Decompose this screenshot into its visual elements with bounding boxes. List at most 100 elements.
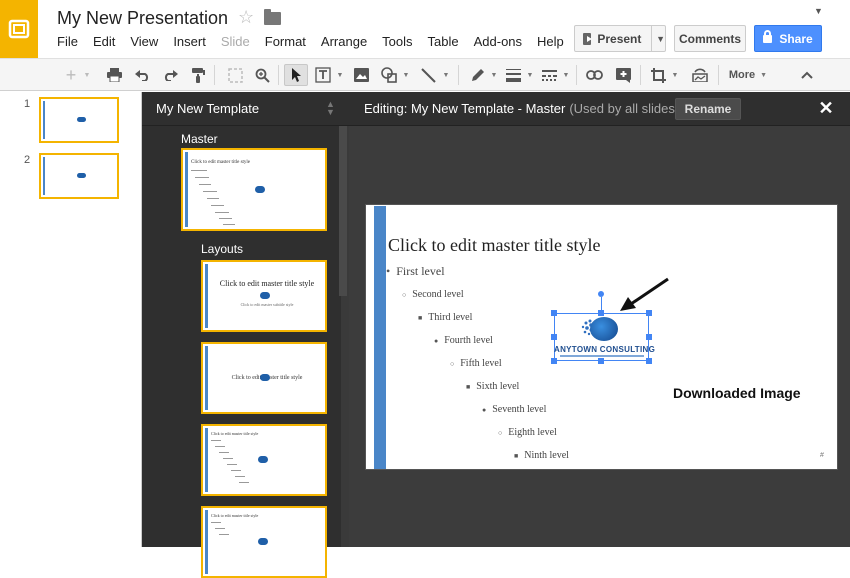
menu-view[interactable]: View xyxy=(130,34,158,50)
star-icon[interactable]: ☆ xyxy=(238,7,254,28)
toolbar: + ▼ ▼ ▼ ▼ ▼ ▼ ▼ ▼ More ▼ xyxy=(0,58,850,91)
resize-handle[interactable] xyxy=(598,358,604,364)
crop-dropdown-icon[interactable]: ▼ xyxy=(669,64,679,86)
line-tool-icon[interactable] xyxy=(417,64,439,86)
menu-slide[interactable]: Slide xyxy=(221,34,250,50)
image-icon[interactable] xyxy=(350,64,372,86)
resize-handle[interactable] xyxy=(646,358,652,364)
line-color-icon[interactable] xyxy=(466,64,488,86)
text-box-icon[interactable] xyxy=(312,64,334,86)
slides-logo-icon[interactable] xyxy=(0,0,38,58)
select-tool-icon[interactable] xyxy=(284,64,308,86)
menu-help[interactable]: Help xyxy=(537,34,564,50)
line-dropdown-icon[interactable]: ▼ xyxy=(440,64,450,86)
share-label: Share xyxy=(779,31,813,46)
shape-dropdown-icon[interactable]: ▼ xyxy=(400,64,410,86)
level-text: Fifth level xyxy=(460,358,502,369)
resize-handle[interactable] xyxy=(551,334,557,340)
thumb-title: Click to edit master title style xyxy=(211,431,259,436)
link-icon[interactable] xyxy=(583,64,605,86)
body-level-4[interactable]: ● Fourth level xyxy=(434,335,493,346)
resize-handle[interactable] xyxy=(551,358,557,364)
print-icon[interactable] xyxy=(103,64,125,86)
line-color-dropdown-icon[interactable]: ▼ xyxy=(488,64,498,86)
more-button[interactable]: More ▼ xyxy=(726,64,770,86)
zoom-icon[interactable] xyxy=(251,64,273,86)
thumb-accent-bar xyxy=(205,346,208,410)
body-level-7[interactable]: ● Seventh level xyxy=(482,404,546,415)
body-level-6[interactable]: ■ Sixth level xyxy=(466,381,519,392)
line-dash-icon[interactable] xyxy=(538,64,560,86)
rename-button[interactable]: Rename xyxy=(675,98,741,120)
body-level-2[interactable]: ○ Second level xyxy=(402,289,464,300)
body-level-1[interactable]: • First level xyxy=(386,264,445,279)
present-dropdown-icon[interactable]: ▼ xyxy=(656,34,665,44)
bullet-icon: ● xyxy=(434,336,439,345)
line-weight-dropdown-icon[interactable]: ▼ xyxy=(524,64,534,86)
menu-addons[interactable]: Add-ons xyxy=(474,34,522,50)
undo-icon[interactable] xyxy=(131,64,153,86)
layout-thumbnail[interactable]: Click to edit master title style xyxy=(201,506,327,578)
redo-icon[interactable] xyxy=(159,64,181,86)
collapse-toolbar-icon[interactable] xyxy=(797,64,817,86)
new-slide-icon[interactable]: + xyxy=(60,64,82,86)
add-comment-icon[interactable] xyxy=(612,64,634,86)
present-label: Present xyxy=(597,31,642,46)
share-button[interactable]: Share xyxy=(754,25,822,52)
sort-arrows-icon[interactable]: ▲ ▼ xyxy=(326,100,335,117)
layout-thumbnail[interactable]: Click to edit master title style xyxy=(201,342,327,414)
collapse-header-icon[interactable]: ▼ xyxy=(814,6,823,16)
menu-insert[interactable]: Insert xyxy=(173,34,206,50)
menu-file[interactable]: File xyxy=(57,34,78,50)
master-panel-header: My New Template ▲ ▼ xyxy=(142,92,349,126)
line-dash-dropdown-icon[interactable]: ▼ xyxy=(560,64,570,86)
toolbar-divider xyxy=(458,65,459,85)
level-text: Ninth level xyxy=(524,450,569,461)
slide-thumbnail[interactable] xyxy=(39,97,119,143)
present-button[interactable]: Present ▼ xyxy=(574,25,666,52)
document-title[interactable]: My New Presentation xyxy=(57,8,228,29)
comments-button[interactable]: Comments xyxy=(674,25,746,52)
line-weight-icon[interactable] xyxy=(502,64,524,86)
folder-icon[interactable] xyxy=(264,9,281,25)
bullet-icon: ■ xyxy=(418,313,423,322)
menu-arrange[interactable]: Arrange xyxy=(321,34,367,50)
present-divider xyxy=(651,26,653,51)
menu-format[interactable]: Format xyxy=(265,34,306,50)
layout-thumbnail[interactable]: Click to edit master title style Click t… xyxy=(201,260,327,332)
body-level-8[interactable]: ○ Eighth level xyxy=(498,427,557,438)
crop-icon[interactable] xyxy=(647,64,669,86)
new-slide-dropdown-icon[interactable]: ▼ xyxy=(82,64,92,86)
slide-number-placeholder[interactable]: # xyxy=(820,452,824,459)
resize-handle[interactable] xyxy=(646,334,652,340)
logo-tagline-bar xyxy=(560,355,644,357)
text-box-dropdown-icon[interactable]: ▼ xyxy=(334,64,344,86)
paint-format-icon[interactable] xyxy=(187,64,209,86)
fit-zoom-icon[interactable] xyxy=(224,64,246,86)
menu-table[interactable]: Table xyxy=(428,34,459,50)
slide-thumbnail[interactable] xyxy=(39,153,119,199)
thumb-text-line xyxy=(219,534,229,535)
replace-image-icon[interactable] xyxy=(689,64,711,86)
resize-handle[interactable] xyxy=(551,310,557,316)
body-level-9[interactable]: ■ Ninth level xyxy=(514,450,569,461)
layout-thumbnail[interactable]: Click to edit master title style xyxy=(201,424,327,496)
master-title-placeholder[interactable]: Click to edit master title style xyxy=(388,235,600,256)
thumb-text-line xyxy=(215,528,225,529)
panel-scroll-thumb[interactable] xyxy=(339,126,347,296)
master-slide[interactable]: Click to edit master title style • First … xyxy=(365,204,838,470)
rotate-handle[interactable] xyxy=(598,291,604,297)
menu-edit[interactable]: Edit xyxy=(93,34,115,50)
master-thumbnail[interactable]: Click to edit master title style xyxy=(181,148,327,231)
body-level-5[interactable]: ○ Fifth level xyxy=(450,358,502,369)
slide-number: 2 xyxy=(24,154,31,166)
toolbar-divider xyxy=(214,65,215,85)
resize-handle[interactable] xyxy=(598,310,604,316)
menu-tools[interactable]: Tools xyxy=(382,34,412,50)
thumb-logo xyxy=(255,186,265,193)
close-icon[interactable]: ✕ xyxy=(816,98,836,119)
shape-icon[interactable] xyxy=(378,64,400,86)
template-name[interactable]: My New Template xyxy=(156,101,259,116)
body-level-3[interactable]: ■ Third level xyxy=(418,312,472,323)
bullet-icon: ○ xyxy=(402,290,407,299)
